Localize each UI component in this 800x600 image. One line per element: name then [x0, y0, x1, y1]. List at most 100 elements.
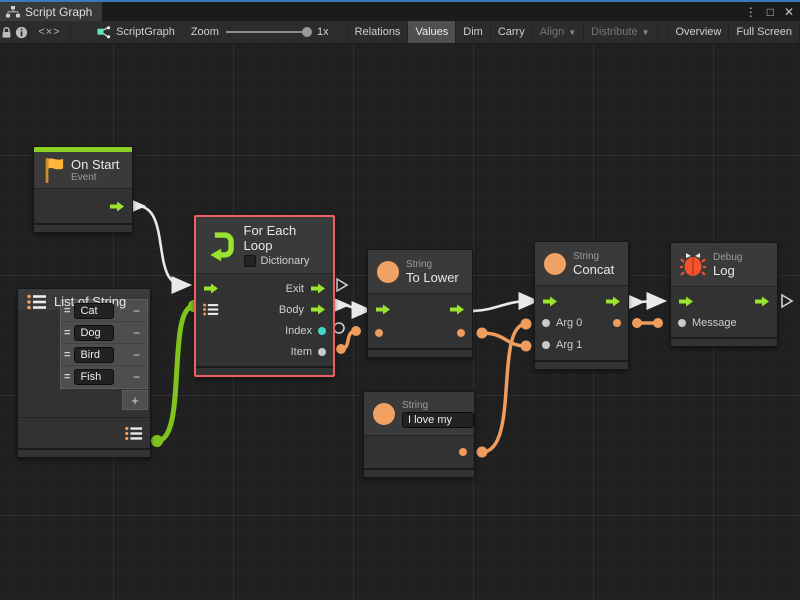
- port-label-message: Message: [692, 317, 737, 329]
- node-title: For Each Loop: [244, 223, 326, 253]
- body-flow-output-port[interactable]: [310, 304, 326, 315]
- align-dropdown[interactable]: Align ▼: [533, 21, 584, 43]
- node-title: On Start: [71, 157, 119, 172]
- maximize-icon[interactable]: □: [767, 6, 774, 18]
- info-icon: [15, 26, 28, 39]
- arg0-input-port[interactable]: [542, 319, 550, 327]
- zoom-label: Zoom: [191, 26, 219, 38]
- graph-canvas[interactable]: On Start Event Lis: [0, 44, 800, 600]
- list-item-input[interactable]: [74, 347, 114, 363]
- string-type-icon: [544, 253, 566, 275]
- remove-item-button[interactable]: −: [129, 326, 144, 340]
- graph-asset-label: ScriptGraph: [89, 21, 183, 43]
- chevron-down-icon: ▼: [642, 28, 650, 37]
- list-output-port[interactable]: [125, 426, 143, 441]
- node-title: Log: [713, 263, 742, 278]
- distribute-dropdown[interactable]: Distribute ▼: [584, 21, 657, 43]
- list-item: = −: [61, 366, 147, 388]
- flag-icon: [42, 156, 64, 184]
- node-string-concat[interactable]: String Concat Arg 0: [534, 241, 629, 370]
- tab-script-graph[interactable]: Script Graph: [0, 2, 102, 21]
- node-footer: [364, 468, 474, 477]
- script-graph-icon: [97, 26, 111, 39]
- chevron-down-icon: ▼: [568, 28, 576, 37]
- list-item: = −: [61, 300, 147, 322]
- remove-item-button[interactable]: −: [129, 304, 144, 318]
- window-menu-icon[interactable]: ⋮: [745, 6, 757, 18]
- list-item: = −: [61, 322, 147, 344]
- message-input-port[interactable]: [678, 319, 686, 327]
- relations-button[interactable]: Relations: [347, 21, 409, 43]
- dim-button[interactable]: Dim: [456, 21, 491, 43]
- node-debug-log[interactable]: Debug Log Message: [670, 242, 778, 347]
- dictionary-checkbox[interactable]: [244, 255, 256, 267]
- overview-button[interactable]: Overview: [668, 21, 730, 43]
- node-list-of-string[interactable]: List of String = − = − =: [17, 288, 151, 458]
- zoom-slider-handle[interactable]: [302, 27, 312, 37]
- node-string-literal[interactable]: String: [363, 391, 475, 478]
- tab-title: Script Graph: [25, 5, 92, 19]
- port-label-index: Index: [285, 325, 312, 337]
- node-string-to-lower[interactable]: String To Lower: [367, 249, 473, 358]
- string-type-icon: [373, 403, 395, 425]
- flow-output-port[interactable]: [109, 201, 125, 212]
- zoom-value: 1x: [317, 26, 329, 38]
- node-category: String: [406, 259, 459, 270]
- list-input-port[interactable]: [203, 303, 219, 316]
- flow-input-port[interactable]: [678, 296, 694, 307]
- node-title: To Lower: [406, 270, 459, 285]
- node-category: String: [402, 400, 474, 411]
- code-preview-button[interactable]: <×>: [29, 21, 71, 43]
- close-icon[interactable]: ✕: [784, 6, 794, 18]
- drag-handle-icon[interactable]: =: [64, 327, 70, 339]
- exit-flow-output-port[interactable]: [310, 283, 326, 294]
- zoom-slider[interactable]: [226, 26, 310, 38]
- node-footer: [535, 360, 628, 369]
- string-output-port[interactable]: [457, 329, 465, 337]
- values-button[interactable]: Values: [408, 21, 456, 43]
- lock-button[interactable]: [0, 21, 14, 43]
- string-output-port[interactable]: [459, 448, 467, 456]
- node-category: String: [573, 251, 614, 262]
- list-item-input[interactable]: [74, 369, 114, 385]
- node-footer: [18, 448, 150, 457]
- node-on-start[interactable]: On Start Event: [33, 146, 133, 233]
- item-output-port[interactable]: [318, 348, 326, 356]
- list-item-input[interactable]: [74, 303, 114, 319]
- flow-input-port[interactable]: [203, 283, 219, 294]
- zoom-slider-track: [226, 31, 310, 33]
- drag-handle-icon[interactable]: =: [64, 349, 70, 361]
- node-title: Concat: [573, 262, 614, 277]
- flow-output-port[interactable]: [754, 296, 770, 307]
- bug-icon: [680, 252, 706, 278]
- drag-handle-icon[interactable]: =: [64, 305, 70, 317]
- list-item-input[interactable]: [74, 325, 114, 341]
- remove-item-button[interactable]: −: [129, 370, 144, 384]
- port-label-exit: Exit: [286, 283, 304, 295]
- node-footer: [671, 337, 777, 346]
- drag-handle-icon[interactable]: =: [64, 371, 70, 383]
- loop-icon: [204, 228, 237, 262]
- carry-button[interactable]: Carry: [491, 21, 533, 43]
- lock-icon: [0, 26, 13, 39]
- remove-item-button[interactable]: −: [129, 348, 144, 362]
- graph-name: ScriptGraph: [116, 26, 175, 38]
- node-category: Debug: [713, 252, 742, 263]
- index-output-port[interactable]: [318, 327, 326, 335]
- result-output-port[interactable]: [613, 319, 621, 327]
- tab-bar: Script Graph ⋮ □ ✕: [0, 0, 800, 21]
- node-for-each-loop[interactable]: For Each Loop Dictionary Exit: [194, 215, 335, 377]
- add-item-button[interactable]: +: [122, 390, 148, 410]
- flow-output-port[interactable]: [605, 296, 621, 307]
- list-icon: [27, 294, 47, 310]
- flow-input-port[interactable]: [542, 296, 558, 307]
- flow-input-port[interactable]: [375, 304, 391, 315]
- full-screen-button[interactable]: Full Screen: [729, 21, 800, 43]
- arg1-input-port[interactable]: [542, 341, 550, 349]
- string-value-input[interactable]: [402, 412, 474, 428]
- string-input-port[interactable]: [375, 329, 383, 337]
- flow-output-port[interactable]: [449, 304, 465, 315]
- info-button[interactable]: [14, 21, 28, 43]
- script-graph-window: Script Graph ⋮ □ ✕ <×>: [0, 0, 800, 600]
- node-footer: [368, 348, 472, 357]
